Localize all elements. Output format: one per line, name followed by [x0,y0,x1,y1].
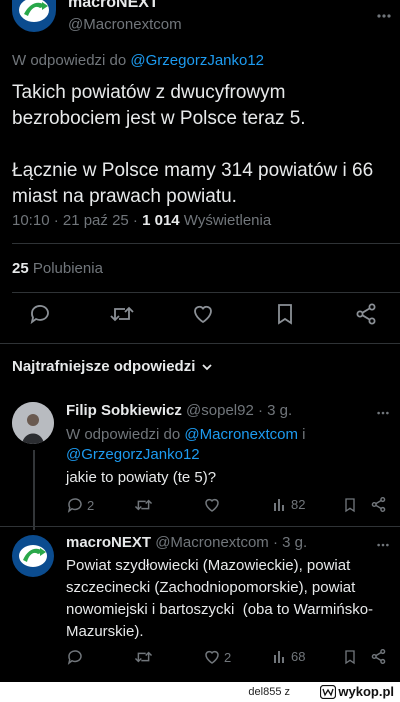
reply-author-name[interactable]: Filip Sobkiewicz [66,402,182,419]
like-icon[interactable] [203,496,221,514]
tweet-time[interactable]: 10:10 · 21 paź 25 · [12,212,142,229]
reply-icon[interactable] [28,302,52,326]
reply-button[interactable]: 2 [66,496,94,514]
reply-context: W odpowiedzi do @GrzegorzJanko12 [12,52,264,69]
bookmark-icon[interactable] [342,648,358,666]
divider [0,526,400,527]
wykop-brand: wykop.pl [338,684,394,699]
sort-replies-dropdown[interactable]: Najtrafniejsze odpowiedzi [12,358,213,375]
like-icon [203,648,221,666]
likes-summary[interactable]: 25 Polubienia [12,260,103,277]
reply-text: jakie to powiaty (te 5)? [66,469,217,486]
chevron-down-icon [201,361,213,373]
reply-header: Filip Sobkiewicz @sopel92 · 3 g. [66,402,292,419]
views-icon [272,648,288,664]
reply-target-link[interactable]: @GrzegorzJanko12 [66,446,200,463]
views-count: 82 [291,496,306,512]
like-count: 2 [224,649,232,665]
like-icon[interactable] [191,302,215,326]
sort-label: Najtrafniejsze odpowiedzi [12,358,196,375]
author-avatar[interactable] [12,0,56,32]
retweet-icon[interactable] [109,302,135,326]
reply-actions: 2 82 [66,496,400,518]
tweet-text: Takich powiatów z dwucyfrowym bezrobocie… [12,82,374,207]
more-icon[interactable] [376,8,392,24]
wykop-logo-icon [320,684,337,699]
share-icon[interactable] [370,496,387,513]
reply-header: macroNEXT @Macronextcom · 3 g. [66,534,307,551]
reply-author-name[interactable]: macroNEXT [66,534,151,551]
reply-icon[interactable] [66,648,84,666]
likes-label: Polubienia [28,260,103,277]
divider [12,292,400,293]
views-icon [272,496,288,512]
reply-avatar[interactable] [12,402,54,444]
share-icon[interactable] [354,302,378,326]
views-count: 1 014 [142,212,180,229]
more-icon[interactable] [376,406,390,420]
reply-prefix: W odpowiedzi do [66,426,185,443]
reply-handle-time[interactable]: @Macronextcom · 3 g. [151,534,307,551]
tweet-actions [0,302,400,332]
reply-text: Powiat szydłowiecki (Mazowieckie), powia… [66,557,374,640]
reply-count: 2 [87,497,95,513]
bookmark-icon[interactable] [342,496,358,514]
views-count: 68 [291,648,306,664]
tweet-meta: 10:10 · 21 paź 25 · 1 014 Wyświetlenia [12,212,271,229]
reply-context: W odpowiedzi do @Macronextcom i @Grzegor… [66,425,376,465]
views-label: Wyświetlenia [179,212,272,229]
reply-target-link[interactable]: @GrzegorzJanko12 [130,52,264,69]
bookmark-icon[interactable] [273,302,297,326]
reply-and: i [298,426,306,443]
views-button[interactable]: 68 [272,648,305,664]
reply-avatar[interactable] [12,535,54,577]
divider [0,343,400,344]
reply-prefix: W odpowiedzi do [12,52,127,69]
reply-icon [66,496,84,514]
views-button[interactable]: 82 [272,496,305,512]
likes-count: 25 [12,260,29,277]
reply-actions: 2 68 [66,648,400,670]
retweet-icon[interactable] [134,648,153,666]
author-name[interactable]: macroNEXT [68,0,159,12]
thread-line [33,450,35,530]
wykop-user: del855 z [248,686,290,698]
author-handle[interactable]: @Macronextcom [68,16,182,33]
reply-target-link[interactable]: @Macronextcom [184,426,298,443]
like-button[interactable]: 2 [203,648,231,666]
share-icon[interactable] [370,648,387,665]
wykop-logo: wykop.pl [320,684,394,699]
divider [12,243,400,244]
reply-handle-time[interactable]: @sopel92 · 3 g. [182,402,292,419]
retweet-icon[interactable] [134,496,153,514]
more-icon[interactable] [376,538,390,552]
